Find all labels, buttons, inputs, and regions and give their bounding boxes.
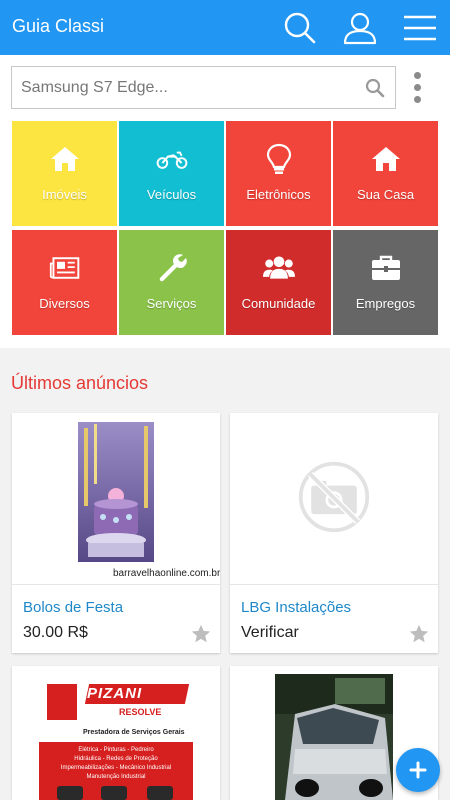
category-label: Serviços	[146, 296, 197, 311]
brand-sub: RESOLVE	[119, 707, 162, 717]
home-icon	[333, 143, 438, 175]
more-vert-icon[interactable]	[408, 72, 428, 104]
ad-image	[275, 674, 393, 800]
newspaper-icon	[12, 252, 117, 284]
search-box	[11, 66, 396, 109]
category-tile-comunidade[interactable]: Comunidade	[226, 230, 331, 335]
user-icon[interactable]	[341, 9, 379, 47]
image-caption: barravelhaonline.com.br	[113, 568, 220, 579]
category-tile-imoveis[interactable]: Imóveis	[12, 121, 117, 226]
search-icon[interactable]	[365, 78, 385, 98]
ad-card[interactable]: PIZANI RESOLVE Prestadora de Serviços Ge…	[12, 666, 220, 800]
category-label: Sua Casa	[356, 187, 415, 202]
category-tile-veiculos[interactable]: Veículos	[119, 121, 224, 226]
category-tile-servicos[interactable]: Serviços	[119, 230, 224, 335]
category-label: Eletrônicos	[246, 187, 311, 202]
ad-image: PIZANI RESOLVE Prestadora de Serviços Ge…	[39, 674, 193, 800]
briefcase-icon	[333, 252, 438, 284]
add-ad-fab[interactable]	[396, 748, 440, 792]
category-tile-eletronicos[interactable]: Eletrônicos	[226, 121, 331, 226]
no-photo-icon	[298, 461, 370, 533]
ad-price: 30.00 R$	[23, 624, 88, 641]
category-label: Veículos	[146, 187, 197, 202]
hamburger-menu-icon[interactable]	[401, 9, 439, 47]
ad-price: Verificar	[241, 624, 299, 641]
star-icon[interactable]	[408, 623, 430, 645]
plus-icon	[409, 761, 427, 779]
ad-image: barravelhaonline.com.br	[12, 413, 220, 585]
wrench-icon	[119, 252, 224, 284]
category-tile-diversos[interactable]: Diversos	[12, 230, 117, 335]
lightbulb-icon	[226, 143, 331, 175]
ad-card[interactable]: LBG Instalações Verificar	[230, 413, 438, 653]
search-icon[interactable]	[281, 9, 319, 47]
category-tile-sua-casa[interactable]: Sua Casa	[333, 121, 438, 226]
category-label: Comunidade	[241, 296, 316, 311]
ad-image	[230, 413, 438, 585]
tagline: Prestadora de Serviços Gerais	[83, 729, 185, 736]
search-and-categories-panel: Imóveis Veículos Eletrônicos Sua Casa Di…	[0, 55, 450, 348]
category-label: Empregos	[355, 296, 416, 311]
logo-mark	[47, 684, 77, 720]
services-list: Elétrica - Pinturas - Pedreiro Hidráulic…	[60, 747, 172, 780]
search-input[interactable]	[12, 67, 352, 108]
app-bar: Guia Classi	[0, 0, 450, 55]
ad-title[interactable]: LBG Instalações	[241, 599, 351, 616]
motorcycle-icon	[119, 143, 224, 175]
category-label: Imóveis	[42, 187, 87, 202]
brand-name: PIZANI	[87, 685, 143, 702]
home-icon	[12, 143, 117, 175]
latest-ads-title: Últimos anúncios	[11, 373, 149, 393]
category-label: Diversos	[39, 296, 90, 311]
star-icon[interactable]	[190, 623, 212, 645]
app-title: Guia Classi	[12, 16, 105, 36]
ad-card[interactable]: barravelhaonline.com.br Bolos de Festa 3…	[12, 413, 220, 653]
users-icon	[226, 252, 331, 284]
ad-title[interactable]: Bolos de Festa	[23, 599, 123, 616]
category-tile-empregos[interactable]: Empregos	[333, 230, 438, 335]
